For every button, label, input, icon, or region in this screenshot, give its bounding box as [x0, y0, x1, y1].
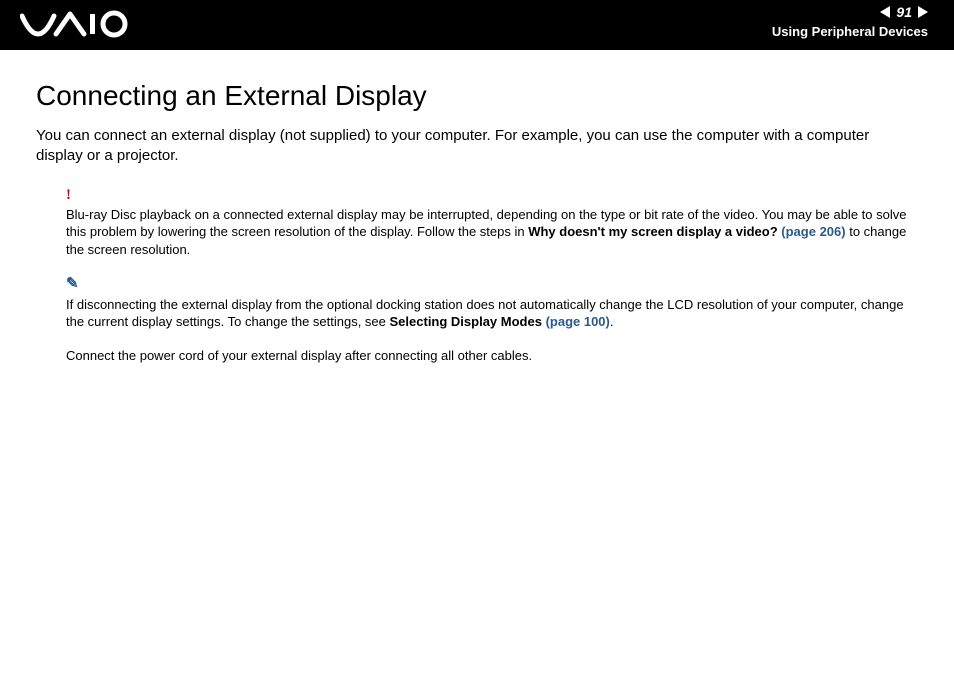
warning-block: ! Blu-ray Disc playback on a connected e… — [66, 185, 908, 259]
vaio-logo — [0, 0, 130, 38]
warning-page-link[interactable]: (page 206) — [778, 224, 846, 239]
note-block: ✎ If disconnecting the external display … — [66, 274, 908, 330]
note-text-after: . — [610, 314, 614, 329]
next-page-arrow-icon[interactable] — [918, 6, 928, 18]
page-content: Connecting an External Display You can c… — [0, 50, 954, 364]
header-right: 91 Using Peripheral Devices — [772, 0, 954, 39]
intro-paragraph: You can connect an external display (not… — [36, 126, 918, 167]
note-icon: ✎ — [66, 274, 908, 294]
header-bar: 91 Using Peripheral Devices — [0, 0, 954, 50]
note-page-link[interactable]: (page 100) — [542, 314, 610, 329]
warning-icon: ! — [66, 185, 908, 205]
page-nav: 91 — [772, 4, 928, 20]
prev-page-arrow-icon[interactable] — [880, 6, 890, 18]
page-title: Connecting an External Display — [36, 80, 918, 112]
page-number: 91 — [896, 4, 912, 20]
note-bold-ref: Selecting Display Modes — [390, 314, 542, 329]
section-title: Using Peripheral Devices — [772, 24, 928, 39]
warning-bold-ref: Why doesn't my screen display a video? — [528, 224, 777, 239]
instruction-line: Connect the power cord of your external … — [66, 347, 908, 365]
